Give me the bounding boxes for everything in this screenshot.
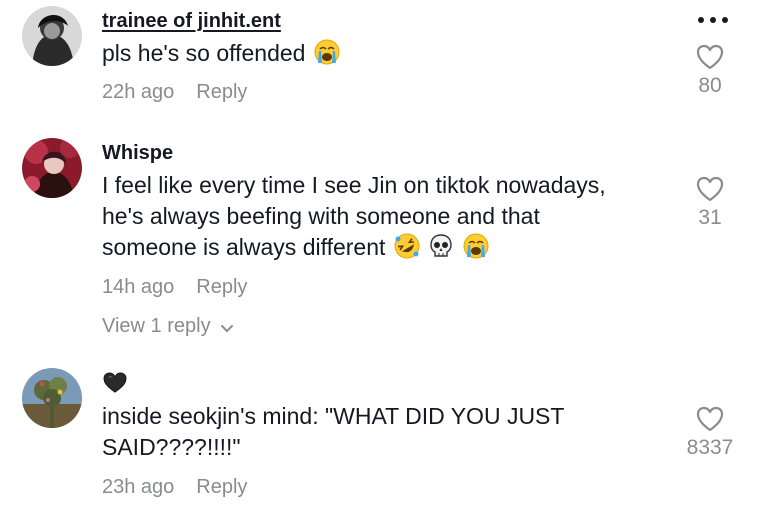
crying-emoji-icon <box>314 39 340 73</box>
comment-text-line: SAID????!!!!" <box>102 434 241 460</box>
comment-text-line-group: someone is always different <box>102 232 662 267</box>
comment-text-line: someone is always different <box>102 234 386 260</box>
heart-icon[interactable] <box>696 406 724 432</box>
like-group: 80 <box>680 44 740 98</box>
comment-time: 14h ago <box>102 276 175 298</box>
skull-emoji-icon <box>428 233 454 267</box>
comment-item: trainee of jinhit.ent pls he's so offend… <box>0 0 760 120</box>
chevron-down-icon <box>221 325 234 333</box>
comment-item: inside seokjin's mind: "WHAT DID YOU JUS… <box>0 360 760 511</box>
comment-text: pls he's so offended <box>102 38 662 73</box>
like-group: 31 <box>680 176 740 230</box>
username[interactable]: Whispe <box>102 142 173 165</box>
comment-text-line: he's always beefing with someone and tha… <box>102 203 540 229</box>
view-replies-label: View 1 reply <box>102 315 211 337</box>
avatar[interactable] <box>22 6 82 66</box>
username[interactable]: trainee of jinhit.ent <box>102 10 281 33</box>
reply-button[interactable]: Reply <box>196 276 247 298</box>
rofl-emoji-icon <box>394 233 420 267</box>
comment-time: 23h ago <box>102 476 175 498</box>
heart-icon[interactable] <box>696 44 724 70</box>
like-count: 31 <box>698 206 722 229</box>
comment-meta: 14h ago Reply <box>102 276 247 299</box>
view-replies-button[interactable]: View 1 reply <box>102 315 234 338</box>
like-count: 8337 <box>686 436 734 459</box>
comment-time: 22h ago <box>102 81 175 103</box>
avatar[interactable] <box>22 368 82 428</box>
comment-meta: 23h ago Reply <box>102 476 247 499</box>
heart-icon[interactable] <box>696 176 724 202</box>
comment-text-line: inside seokjin's mind: "WHAT DID YOU JUS… <box>102 403 565 429</box>
more-options-icon[interactable] <box>696 12 730 28</box>
reply-button[interactable]: Reply <box>196 81 247 103</box>
like-count: 80 <box>698 74 722 97</box>
black-heart-icon <box>103 372 127 393</box>
comment-text-line: I feel like every time I see Jin on tikt… <box>102 172 606 198</box>
comment-text: I feel like every time I see Jin on tikt… <box>102 170 662 267</box>
reply-button[interactable]: Reply <box>196 476 247 498</box>
crying-emoji-icon <box>463 233 489 267</box>
like-group: 8337 <box>674 406 746 460</box>
comment-meta: 22h ago Reply <box>102 81 247 104</box>
username[interactable] <box>102 372 128 400</box>
comment-text-body: pls he's so offended <box>102 40 306 66</box>
avatar[interactable] <box>22 138 82 198</box>
comment-text: inside seokjin's mind: "WHAT DID YOU JUS… <box>102 401 662 463</box>
comment-item: Whispe I feel like every time I see Jin … <box>0 130 760 350</box>
